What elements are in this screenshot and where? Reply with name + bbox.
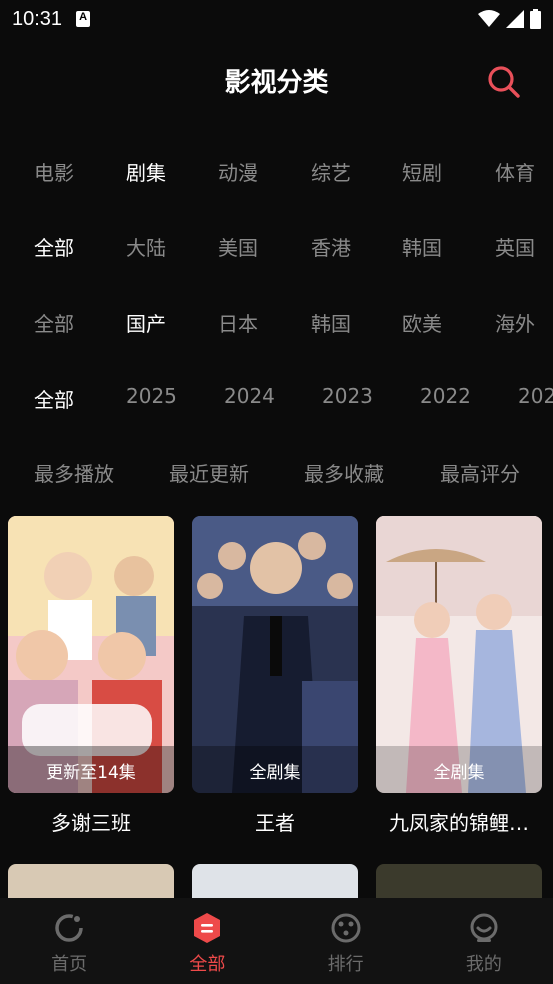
filter-region-usa[interactable]: 美国 — [218, 232, 258, 261]
filter-year-2025[interactable]: 2025 — [126, 384, 177, 408]
search-icon — [488, 66, 520, 98]
episode-badge: 更新至14集 — [46, 763, 136, 783]
filter-sub-overseas[interactable]: 海外 — [495, 308, 535, 337]
sort-most-played[interactable]: 最多播放 — [34, 458, 114, 487]
card-title: 九凤家的锦鲤… — [389, 811, 529, 835]
filter-type-variety[interactable]: 综艺 — [311, 157, 351, 186]
wifi-icon — [478, 10, 500, 27]
system-icons — [478, 9, 541, 29]
filter-sub-domestic[interactable]: 国产 — [126, 308, 166, 337]
card-title: 多谢三班 — [51, 811, 131, 835]
sim-icon — [76, 11, 91, 27]
content-card[interactable]: 更新至14集 多谢三班 — [8, 516, 174, 836]
filter-region-uk[interactable]: 英国 — [495, 232, 535, 261]
tab-profile[interactable]: 我的 — [415, 898, 553, 984]
sort-recent-updated[interactable]: 最近更新 — [169, 458, 249, 487]
filter-year-partial[interactable]: 202 — [518, 384, 553, 408]
tab-home[interactable]: 首页 — [0, 898, 138, 984]
tab-label: 全部 — [189, 954, 226, 975]
poster-image: 全剧集 — [192, 516, 358, 793]
status-bar: 10:31 — [0, 0, 553, 38]
filter-row-region: 全部 大陆 美国 香港 韩国 英国 — [0, 232, 553, 272]
tab-all[interactable]: 全部 — [138, 898, 276, 984]
tab-ranking[interactable]: 排行 — [277, 898, 415, 984]
battery-icon — [530, 9, 541, 29]
tab-label: 排行 — [327, 954, 364, 975]
episode-badge: 全剧集 — [433, 763, 485, 783]
rank-icon — [331, 913, 361, 943]
header: 影视分类 — [0, 52, 553, 112]
profile-icon — [470, 913, 498, 942]
category-icon — [194, 913, 221, 943]
content-card[interactable]: 全剧集 九凤家的锦鲤… — [376, 516, 542, 836]
filter-region-korea[interactable]: 韩国 — [402, 232, 442, 261]
filter-sub-japan[interactable]: 日本 — [218, 308, 258, 337]
filter-row-sort: 最多播放 最近更新 最多收藏 最高评分 — [0, 458, 553, 498]
status-time: 10:31 — [12, 7, 63, 30]
content-card[interactable]: 全剧集 王者 — [192, 516, 358, 836]
filter-type-short[interactable]: 短剧 — [402, 157, 442, 186]
filter-sub-all[interactable]: 全部 — [34, 308, 74, 337]
home-icon — [55, 914, 83, 942]
filter-year-2023[interactable]: 2023 — [322, 384, 373, 408]
tab-label: 首页 — [51, 954, 88, 975]
search-button[interactable] — [486, 64, 522, 100]
filter-year-2024[interactable]: 2024 — [224, 384, 275, 408]
filter-row-sub: 全部 国产 日本 韩国 欧美 海外 — [0, 308, 553, 348]
tab-label: 我的 — [465, 954, 502, 975]
signal-icon — [506, 10, 524, 28]
filter-region-hongkong[interactable]: 香港 — [311, 232, 351, 261]
filter-sub-western[interactable]: 欧美 — [402, 308, 442, 337]
filter-year-2022[interactable]: 2022 — [420, 384, 471, 408]
sort-highest-rated[interactable]: 最高评分 — [440, 458, 520, 487]
poster-image: 全剧集 — [376, 516, 542, 793]
poster-image: 更新至14集 — [8, 516, 174, 793]
filter-year-all[interactable]: 全部 — [34, 384, 74, 413]
page-title: 影视分类 — [224, 68, 329, 98]
bottom-tab-bar: 首页 全部 排行 我的 — [0, 898, 553, 984]
filter-type-series[interactable]: 剧集 — [126, 157, 166, 186]
filter-type-sports[interactable]: 体育 — [495, 157, 535, 186]
filter-type-anime[interactable]: 动漫 — [218, 157, 258, 186]
filter-sub-korea[interactable]: 韩国 — [311, 308, 351, 337]
filter-region-mainland[interactable]: 大陆 — [126, 232, 166, 261]
filter-type-movie[interactable]: 电影 — [34, 157, 74, 186]
episode-badge: 全剧集 — [249, 763, 301, 783]
card-title: 王者 — [255, 811, 295, 835]
filter-row-type: 电影 剧集 动漫 综艺 短剧 体育 — [0, 157, 553, 197]
filter-row-year: 全部 2025 2024 2023 2022 202 — [0, 384, 553, 424]
filter-region-all[interactable]: 全部 — [34, 232, 74, 261]
sort-most-favorited[interactable]: 最多收藏 — [304, 458, 384, 487]
